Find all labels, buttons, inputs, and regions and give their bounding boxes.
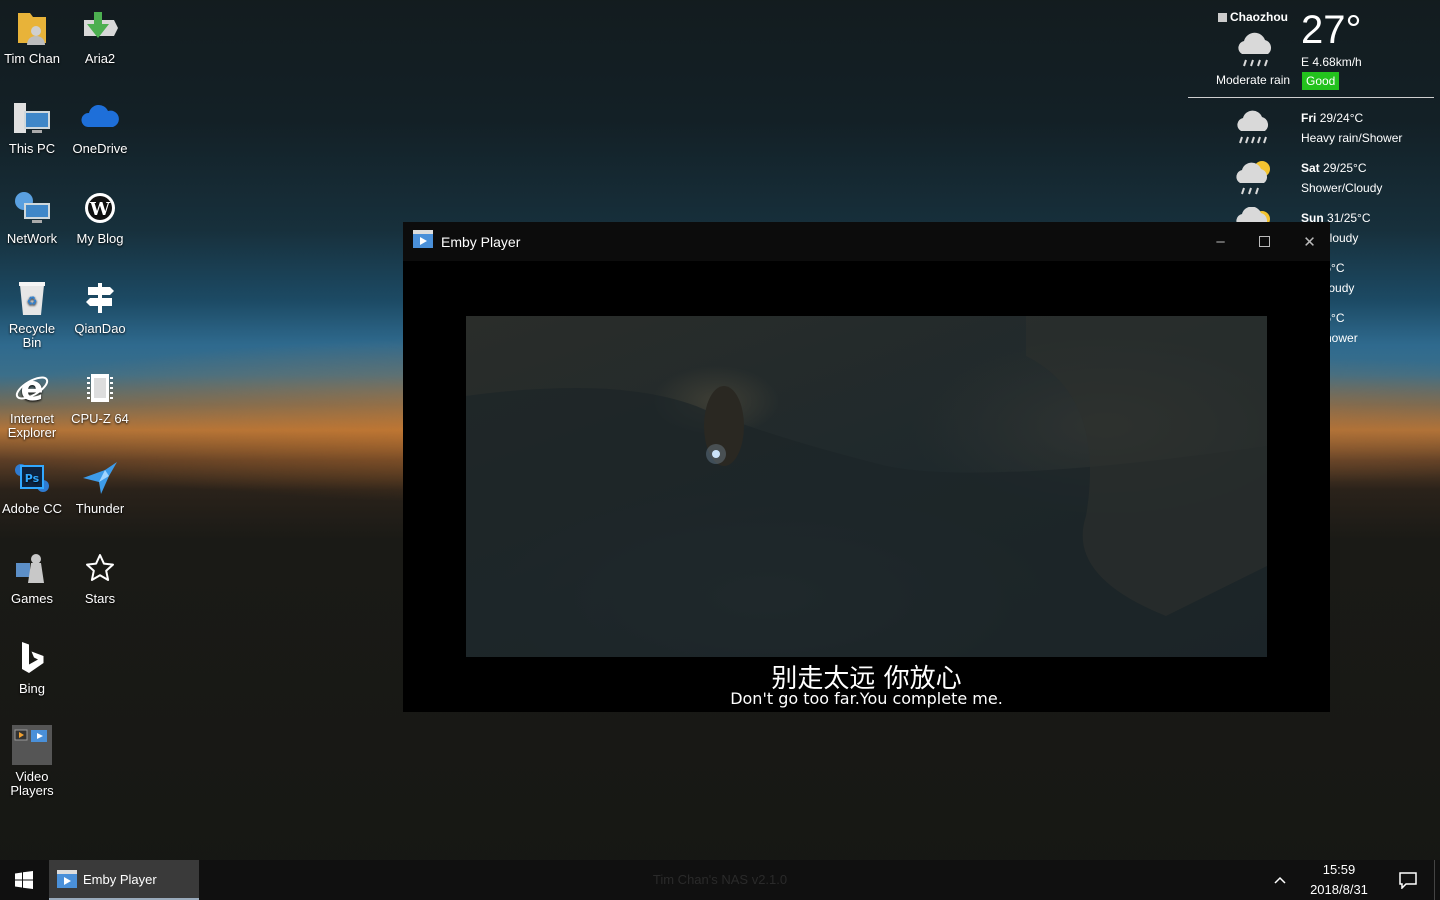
- dropdown-icon[interactable]: [1218, 13, 1227, 23]
- thunder-bird-icon: [80, 458, 120, 498]
- computer-icon: [12, 98, 52, 138]
- chess-piece-icon: [12, 548, 52, 588]
- desktop-icon-internet-explorer[interactable]: e Internet Explorer: [0, 368, 66, 440]
- chevron-up-icon: [1274, 876, 1286, 884]
- show-hidden-icons-button[interactable]: [1268, 870, 1292, 890]
- nas-watermark: Tim Chan's NAS v2.1.0: [652, 872, 788, 887]
- notification-icon: [1399, 872, 1417, 889]
- clock-time: 15:59: [1322, 862, 1356, 877]
- desktop-icon-thunder[interactable]: Thunder: [66, 458, 134, 516]
- download-arrow-icon: [80, 8, 120, 48]
- window-title: Emby Player: [441, 233, 521, 250]
- desktop-icon-tim-chan[interactable]: Tim Chan: [0, 8, 66, 66]
- desktop-icon-video-players[interactable]: Video Players: [0, 724, 66, 798]
- close-button[interactable]: ✕: [1287, 222, 1332, 261]
- action-center-button[interactable]: [1390, 860, 1426, 900]
- recycle-bin-icon: ♻: [12, 278, 52, 318]
- desktop-icon-onedrive[interactable]: OneDrive: [66, 98, 134, 156]
- desktop-icon-recycle-bin[interactable]: ♻ Recycle Bin: [0, 278, 66, 350]
- video-players-icon: [11, 724, 53, 766]
- svg-text:e: e: [20, 370, 43, 406]
- show-desktop-button[interactable]: [1434, 860, 1440, 900]
- svg-text:Ps: Ps: [25, 472, 40, 485]
- internet-explorer-icon: e: [12, 368, 52, 408]
- video-frame[interactable]: [466, 316, 1267, 657]
- desktop-icon-bing[interactable]: Bing: [0, 638, 66, 696]
- forecast-day: Fri 29/24°C Heavy rain/Shower: [1301, 111, 1403, 145]
- desktop-icon-cpu-z[interactable]: CPU-Z 64: [66, 368, 134, 426]
- cloud-icon: [80, 98, 120, 138]
- weather-city: Chaozhou: [1218, 10, 1288, 24]
- sun-shower-icon: [1234, 157, 1276, 202]
- clock-date: 2018/8/31: [1310, 882, 1368, 897]
- emby-player-icon: [413, 230, 433, 253]
- photoshop-icon: Ps: [12, 458, 52, 498]
- subtitle-english: Don't go too far.You complete me.: [730, 689, 1003, 708]
- wordpress-icon: W: [80, 188, 120, 228]
- heavy-rain-icon: [1234, 107, 1274, 152]
- network-icon: [12, 188, 52, 228]
- title-bar[interactable]: Emby Player – ✕: [403, 222, 1330, 261]
- desktop-icon-this-pc[interactable]: This PC: [0, 98, 66, 156]
- svg-text:W: W: [89, 199, 111, 220]
- cpu-chip-icon: [80, 368, 120, 408]
- svg-text:♻: ♻: [27, 294, 38, 308]
- wind-info: E 4.68km/h: [1301, 55, 1362, 69]
- minimize-button[interactable]: –: [1198, 222, 1243, 261]
- forecast-day: Sat 29/25°C Shower/Cloudy: [1301, 161, 1383, 195]
- weather-condition: Moderate rain: [1216, 73, 1291, 87]
- desktop-icon-stars[interactable]: Stars: [66, 548, 134, 606]
- signpost-icon: [80, 278, 120, 318]
- desktop-icon-network[interactable]: NetWork: [0, 188, 66, 246]
- weather-divider: [1188, 97, 1434, 98]
- desktop-icon-qiandao[interactable]: QianDao: [66, 278, 134, 336]
- current-temperature: 27°: [1301, 8, 1362, 52]
- taskbar: Emby Player Tim Chan's NAS v2.1.0 15:59 …: [0, 860, 1440, 900]
- desktop-icon-my-blog[interactable]: W My Blog: [66, 188, 134, 246]
- desktop-icon-games[interactable]: Games: [0, 548, 66, 606]
- star-icon: [80, 548, 120, 588]
- video-scene: [466, 316, 1267, 657]
- bing-icon: [12, 638, 52, 678]
- desktop-icon-adobe-cc[interactable]: Ps Adobe CC: [0, 458, 66, 516]
- minimize-icon: –: [1216, 233, 1225, 250]
- air-quality-badge: Good: [1302, 72, 1340, 90]
- close-icon: ✕: [1303, 233, 1316, 251]
- emby-player-window[interactable]: Emby Player – ✕ 别走太远 你放心 Don't go too fa…: [403, 222, 1330, 712]
- desktop-icon-aria2[interactable]: Aria2: [66, 8, 134, 66]
- rain-cloud-icon: [1234, 28, 1278, 73]
- maximize-button[interactable]: [1242, 222, 1287, 261]
- user-folder-icon: [12, 8, 52, 48]
- maximize-icon: [1259, 236, 1270, 247]
- clock[interactable]: 15:59 2018/8/31: [1296, 860, 1382, 900]
